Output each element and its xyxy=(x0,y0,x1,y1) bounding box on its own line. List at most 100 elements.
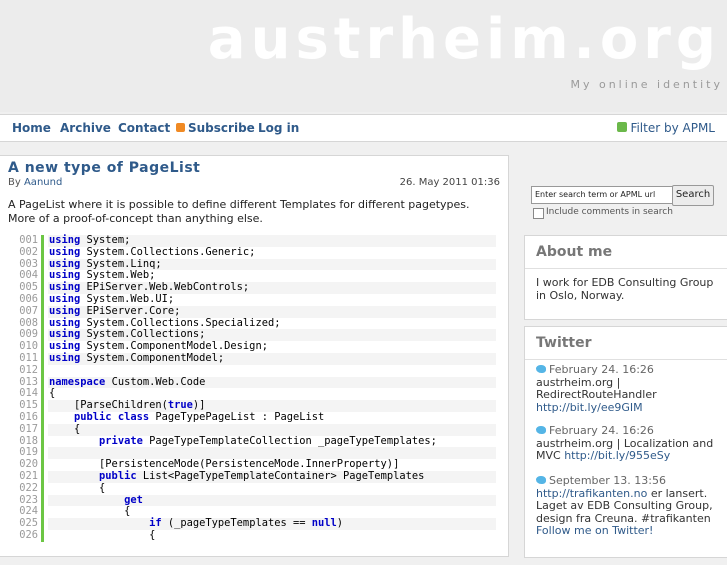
code-keyword: using xyxy=(49,304,81,317)
code-keyword: using xyxy=(49,292,81,305)
code-gutter-bar xyxy=(41,423,44,436)
nav-login[interactable]: Log in xyxy=(258,121,299,135)
code-keyword: using xyxy=(49,328,81,341)
code-keyword: using xyxy=(49,234,81,246)
tweet-text: austrheim.org | RedirectRouteHandler xyxy=(536,375,657,401)
nav-subscribe[interactable]: Subscribe xyxy=(176,121,255,135)
main-nav: Home Archive Contact Subscribe Log in Fi… xyxy=(0,114,727,142)
apml-icon xyxy=(617,122,628,132)
code-keyword: private xyxy=(99,434,143,447)
code-gutter-bar xyxy=(41,506,44,519)
nav-contact[interactable]: Contact xyxy=(118,121,170,135)
code-line-number: 016 xyxy=(19,410,38,423)
tweet: February 24. 16:26 austrheim.org | Redir… xyxy=(536,363,722,414)
code-line-text: using System.ComponentModel; xyxy=(48,351,496,365)
tweet-link[interactable]: http://trafikanten.no xyxy=(536,487,647,500)
include-comments-checkbox[interactable] xyxy=(533,208,544,219)
about-box: About me I work for EDB Consulting Group… xyxy=(524,235,727,320)
code-gutter-bar xyxy=(41,341,44,353)
code-gutter-bar xyxy=(41,352,44,365)
code-keyword: using xyxy=(49,340,81,353)
code-line-number: 006 xyxy=(19,292,38,305)
nav-archive[interactable]: Archive xyxy=(60,121,111,135)
search-button[interactable]: Search xyxy=(672,185,714,206)
twitter-bird-icon xyxy=(536,426,546,434)
code-gutter-bar xyxy=(41,282,44,294)
code-gutter-bar xyxy=(41,305,44,318)
code-keyword: null xyxy=(311,517,337,530)
code-line: 017 { xyxy=(14,422,496,436)
code-gutter-bar xyxy=(41,235,44,247)
code-gutter-bar xyxy=(41,518,44,530)
code-keyword: get xyxy=(124,493,143,506)
code-line: 002 using System.Collections.Generic; xyxy=(14,245,496,259)
code-keyword: using xyxy=(49,281,81,294)
code-line-number: 011 xyxy=(19,351,38,364)
code-line-number: 017 xyxy=(19,422,38,435)
code-gutter-bar xyxy=(41,270,44,283)
code-line-text: { xyxy=(49,481,106,494)
code-gutter-bar xyxy=(41,376,44,389)
about-text: I work for EDB Consulting Group in Oslo,… xyxy=(536,276,714,302)
code-line-number: 021 xyxy=(19,469,38,482)
code-gutter-bar xyxy=(41,246,44,259)
code-line-text: using System.Collections.Generic; xyxy=(49,245,256,258)
include-comments-label: Include comments in search xyxy=(546,207,673,217)
code-gutter-bar xyxy=(41,388,44,401)
code-line-number: 002 xyxy=(19,245,38,258)
filter-apml-link[interactable]: Filter by APML xyxy=(617,121,715,135)
code-keyword: true xyxy=(167,399,193,412)
code-gutter-bar xyxy=(41,470,44,483)
code-line: 013 namespace Custom.Web.Code xyxy=(14,376,496,389)
code-keyword: using xyxy=(49,269,81,282)
tweet-link[interactable]: http://bit.ly/955eSy xyxy=(564,449,670,462)
post-date: 26. May 2011 01:36 xyxy=(399,177,500,188)
code-gutter-bar xyxy=(41,435,44,448)
follow-twitter-link[interactable]: Follow me on Twitter! xyxy=(536,524,653,537)
post-author-link[interactable]: Aanund xyxy=(24,177,62,188)
code-keyword: using xyxy=(49,351,81,364)
search-input[interactable]: Enter search term or APML url xyxy=(531,186,675,204)
site-tagline: My online identity xyxy=(570,78,723,91)
site-title[interactable]: austrheim.org xyxy=(208,6,721,74)
code-keyword: if xyxy=(149,517,162,530)
tweet-date: February 24. 16:26 xyxy=(549,424,654,437)
post-byline: By Aanund xyxy=(8,177,62,188)
code-gutter-bar xyxy=(41,494,44,507)
code-gutter-bar xyxy=(41,529,44,542)
code-line: 022 { xyxy=(14,481,496,495)
nav-subscribe-label: Subscribe xyxy=(188,121,255,135)
code-keyword: using xyxy=(49,245,81,258)
code-gutter-bar xyxy=(41,364,44,377)
twitter-bird-icon xyxy=(536,476,546,484)
about-divider xyxy=(525,268,727,269)
rss-icon xyxy=(176,123,185,132)
code-line: 018 private PageTypeTemplateCollection _… xyxy=(14,434,496,448)
code-line: 026 { xyxy=(14,529,496,542)
code-keyword: public xyxy=(99,469,137,482)
code-keyword: class xyxy=(117,410,150,423)
code-line-text: using System.Web.UI; xyxy=(49,292,175,305)
tweet-link[interactable]: http://bit.ly/ee9GIM xyxy=(536,401,643,414)
tweet: February 24. 16:26 austrheim.org | Local… xyxy=(536,424,722,463)
code-gutter-bar xyxy=(41,400,44,412)
tweet-date: February 24. 16:26 xyxy=(549,363,654,376)
code-gutter-bar xyxy=(41,293,44,306)
post-title[interactable]: A new type of PageList xyxy=(8,160,200,176)
code-gutter-bar xyxy=(41,329,44,342)
code-gutter-bar xyxy=(41,447,44,460)
code-gutter-bar xyxy=(41,258,44,271)
tweet: September 13. 13:56 http://trafikanten.n… xyxy=(536,474,722,525)
filter-apml-label: Filter by APML xyxy=(630,121,715,135)
code-line-number: 007 xyxy=(19,304,38,317)
code-gutter-bar xyxy=(41,482,44,495)
code-line-text: private PageTypeTemplateCollection _page… xyxy=(99,434,437,447)
code-line-number: 022 xyxy=(19,481,38,494)
code-gutter-bar xyxy=(41,411,44,424)
nav-home[interactable]: Home xyxy=(12,121,51,135)
post-intro: A PageList where it is possible to defin… xyxy=(8,198,470,225)
code-line: 007 using EPiServer.Core; xyxy=(14,304,496,318)
twitter-divider xyxy=(525,359,727,360)
code-line: 011 using System.ComponentModel; xyxy=(14,351,496,365)
